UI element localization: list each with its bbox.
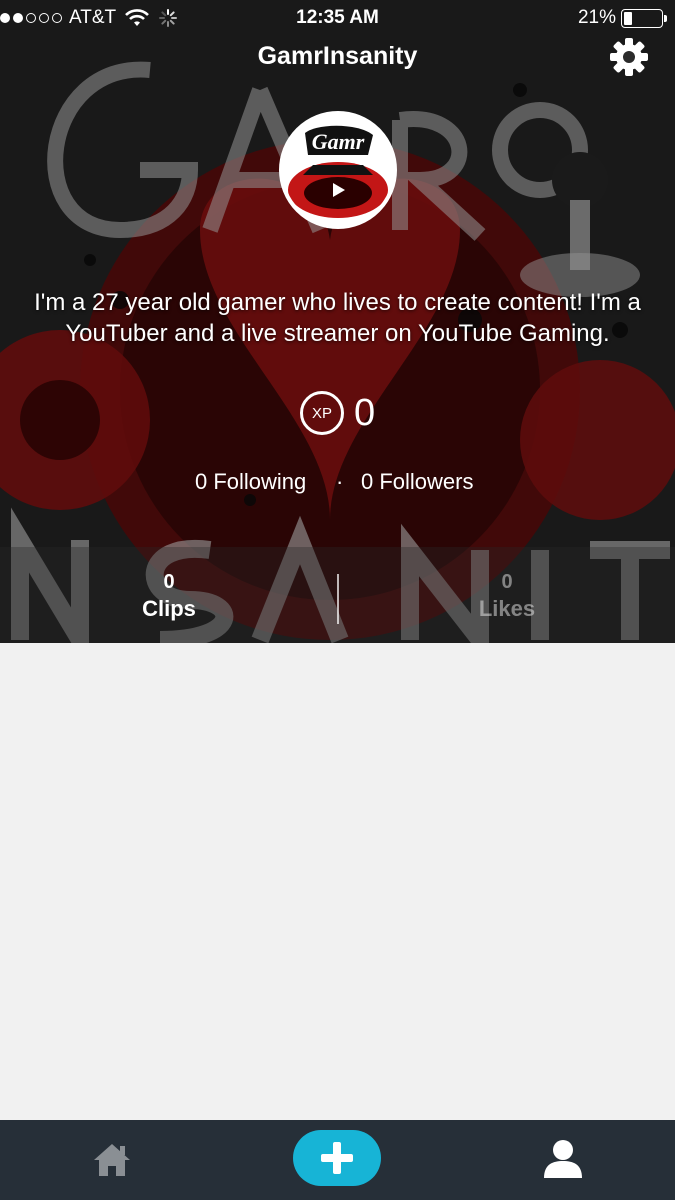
battery-icon bbox=[621, 8, 667, 28]
tab-likes[interactable]: 0 Likes bbox=[432, 571, 582, 622]
avatar[interactable]: Gamr bbox=[279, 111, 397, 229]
battery-percent: 21% bbox=[577, 7, 616, 28]
clips-count: 0 bbox=[163, 571, 175, 593]
xp-value: 0 bbox=[354, 391, 376, 434]
plus-icon bbox=[321, 1142, 353, 1174]
separator-dot: · bbox=[336, 469, 344, 494]
xp-display: XP 0 bbox=[300, 391, 375, 435]
profile-bio: I'm a 27 year old gamer who lives to cre… bbox=[34, 289, 641, 347]
likes-count: 0 bbox=[501, 571, 513, 593]
battery-status: 21% bbox=[577, 7, 667, 29]
page-title: GamrInsanity bbox=[257, 42, 418, 70]
tab-divider bbox=[337, 574, 339, 624]
add-clip-button[interactable] bbox=[293, 1130, 381, 1186]
avatar-logo-image: Gamr bbox=[283, 115, 393, 225]
xp-badge: XP bbox=[300, 391, 344, 435]
avatar-logo-text: Gamr bbox=[312, 129, 365, 154]
bottom-tab-bar bbox=[0, 1120, 675, 1200]
following-link[interactable]: 0 Following bbox=[195, 469, 306, 495]
status-bar: AT&T 12:35 AM 21% bbox=[0, 0, 675, 36]
profile-icon[interactable] bbox=[542, 1138, 584, 1180]
clips-label: Clips bbox=[142, 596, 196, 621]
home-icon[interactable] bbox=[90, 1140, 134, 1180]
followers-link[interactable]: 0 Followers bbox=[361, 469, 473, 495]
battery-level bbox=[624, 11, 632, 25]
clock: 12:35 AM bbox=[296, 7, 379, 28]
profile-header: AT&T 12:35 AM 21% GamrInsanity Gamr I'm … bbox=[0, 0, 675, 643]
content-tabs: 0 Clips 0 Likes bbox=[0, 547, 675, 643]
tab-clips[interactable]: 0 Clips bbox=[94, 571, 244, 622]
likes-label: Likes bbox=[478, 596, 536, 621]
gear-icon[interactable] bbox=[608, 36, 650, 78]
clips-list-area bbox=[0, 643, 675, 1120]
